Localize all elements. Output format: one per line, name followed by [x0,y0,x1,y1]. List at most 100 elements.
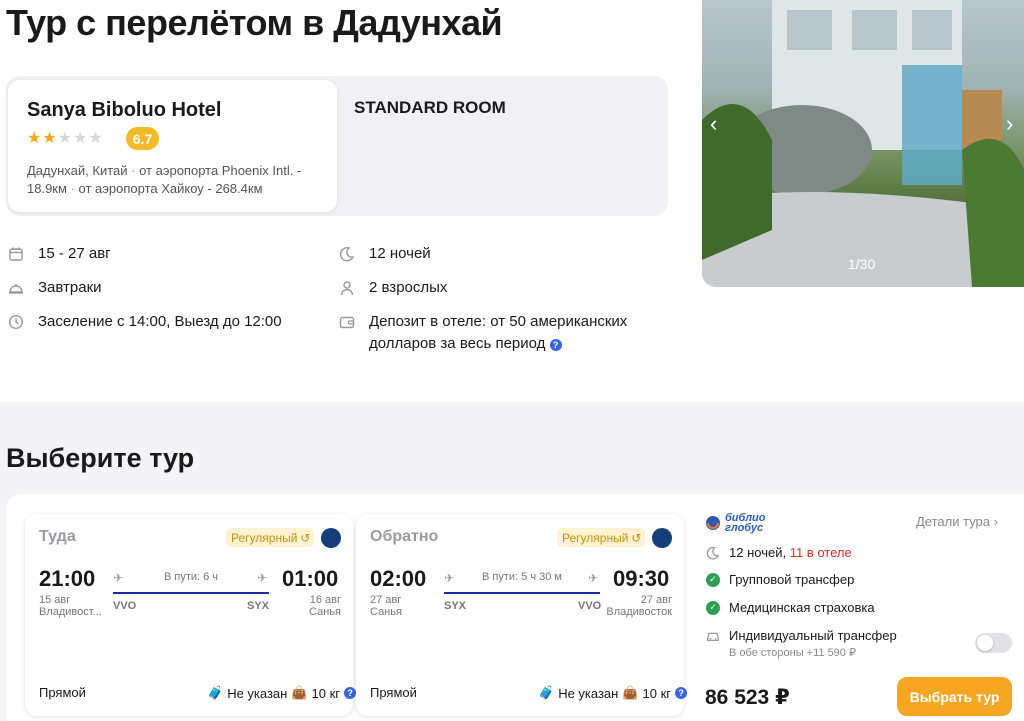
flight-card-outbound[interactable]: Туда Регулярный ↺ 21:00 15 авг Владивост.… [25,514,357,716]
baggage-info: 🧳 Не указан 👜 10 кг ? [538,685,688,701]
operator-name: библио глобус [725,512,766,534]
hotel-photo-gallery[interactable]: ‹ › 1/30 [702,0,1024,287]
depart-time: 21:00 [39,566,96,591]
page-title: Тур с перелётом в Дадунхай [6,2,503,43]
person-icon [340,281,354,296]
regular-badge: Регулярный ↺ [226,528,315,547]
arrive-time: 01:00 [282,566,339,591]
info-checkin-text: Заселение с 14:00, Выезд до 12:00 [38,313,282,330]
gallery-prev-arrow[interactable]: ‹ [710,112,717,136]
arrive-time: 09:30 [613,566,670,591]
info-nights-text: 12 ночей [369,245,431,262]
flight-type: Прямой [370,685,417,700]
chevron-right-icon: › [993,514,998,529]
arrive-date: 16 авг [309,594,341,606]
separator-dot: · [70,181,79,196]
baggage-help-icon[interactable]: ? [675,687,688,699]
hotel-card: Sanya Biboluo Hotel ★ ★ ★ ★ ★ 6.7 Дадунхай, … [8,80,337,212]
car-icon [707,632,719,641]
info-meals: Завтраки [8,277,102,299]
check-icon: ✓ [706,572,720,587]
summary-insurance: ✓ Медицинская страховка [706,600,875,615]
hotel-photo [702,0,1024,287]
airline-logo-icon [652,528,672,548]
nights-in-hotel: 11 в отеле [789,545,852,560]
hotel-rating-badge: 6.7 [126,127,159,150]
flight-direction: Туда [39,528,76,545]
depart-time: 02:00 [370,566,427,591]
flight-duration: В пути: 6 ч [163,571,219,583]
section-title: Выберите тур [6,443,195,473]
depart-date: 27 авг [370,594,402,606]
summary-individual-transfer: Индивидуальный трансфер [706,628,897,643]
separator-dot: · [131,163,140,178]
history-icon: ↺ [300,530,311,545]
info-dates-text: 15 - 27 авг [38,245,111,262]
flight-type: Прямой [39,685,86,700]
hotel-city: Дадунхай, Китай [27,163,128,178]
flight-card-return[interactable]: Обратно Регулярный ↺ 02:00 27 авг Санья S… [356,514,688,716]
hotel-location: Дадунхай, Китай · от аэропорта Phoenix I… [27,162,327,198]
hand-luggage-icon: 👜 [622,685,639,700]
info-meals-text: Завтраки [38,279,102,296]
landing-icon: ✈ [257,571,268,585]
gallery-counter: 1/30 [848,256,876,272]
moon-icon [339,247,355,262]
star-empty-icon: ★ [57,130,73,147]
route-line [113,592,269,594]
hotel-name[interactable]: Sanya Biboluo Hotel [27,99,221,122]
depart-code: VVO [113,600,137,612]
summary-nights: 12 ночей, 11 в отеле [706,545,852,560]
baggage-icon: 🧳 [538,685,555,700]
star-filled-icon: ★ [42,130,57,147]
room-type: STANDARD ROOM [354,98,506,117]
info-deposit-text: Депозит в отеле: от 50 американских долл… [369,313,628,352]
meal-cloche-icon [9,284,23,294]
hotel-header-section: Тур с перелётом в Дадунхай Sanya Biboluo… [0,0,1024,402]
calendar-icon [9,247,23,261]
depart-date: 15 авг [39,594,71,606]
moon-icon [706,546,720,559]
star-empty-icon: ★ [88,130,103,147]
individual-transfer-price: В обе стороны +11 590 ₽ [729,647,856,659]
hand-luggage-icon: 👜 [291,685,308,700]
airline-logo-icon [321,528,341,548]
info-deposit: Депозит в отеле: от 50 американских долл… [339,311,649,355]
check-icon: ✓ [706,600,720,615]
tour-details-link[interactable]: Детали тура › [916,514,998,529]
info-checkin: Заселение с 14:00, Выезд до 12:00 [8,311,282,333]
arrive-code: VVO [578,600,602,612]
landing-icon: ✈ [588,571,599,585]
hotel-stars: ★ ★ ★ ★ ★ [27,131,103,147]
arrive-city: Владивосток [606,606,672,618]
history-icon: ↺ [631,530,642,545]
depart-city: Санья [370,606,402,618]
individual-transfer-toggle[interactable] [975,633,1012,653]
operator-logo[interactable]: библио глобус [705,510,795,536]
star-empty-icon: ★ [73,130,88,147]
star-filled-icon: ★ [27,130,42,147]
summary-transfer: ✓ Групповой трансфер [706,572,854,587]
info-nights: 12 ночей [339,243,431,265]
operator-globe-icon [706,516,720,530]
baggage-info: 🧳 Не указан 👜 10 кг ? [207,685,357,701]
arrive-code: SYX [247,600,270,612]
depart-city: Владивост... [39,606,102,618]
tour-price: 86 523 ₽ [705,686,790,709]
tour-summary: библио глобус Детали тура › 12 ночей, 11 … [700,505,1018,716]
flight-duration: В пути: 5 ч 30 м [482,571,562,583]
depart-code: SYX [444,600,467,612]
route-line [444,592,600,594]
arrive-city: Санья [309,606,341,618]
gallery-next-arrow[interactable]: › [1006,112,1013,136]
choose-tour-button[interactable]: Выбрать тур [897,677,1012,716]
baggage-icon: 🧳 [207,685,224,700]
info-guests: 2 взрослых [339,277,447,299]
info-dates: 15 - 27 авг [8,243,111,265]
baggage-help-icon[interactable]: ? [344,687,357,699]
wallet-icon [339,316,355,329]
hotel-distance-airport-2: от аэропорта Хайкоу - 268.4км [78,181,263,196]
regular-badge: Регулярный ↺ [557,528,646,547]
deposit-help-icon[interactable]: ? [549,339,562,351]
flight-direction: Обратно [370,528,439,545]
